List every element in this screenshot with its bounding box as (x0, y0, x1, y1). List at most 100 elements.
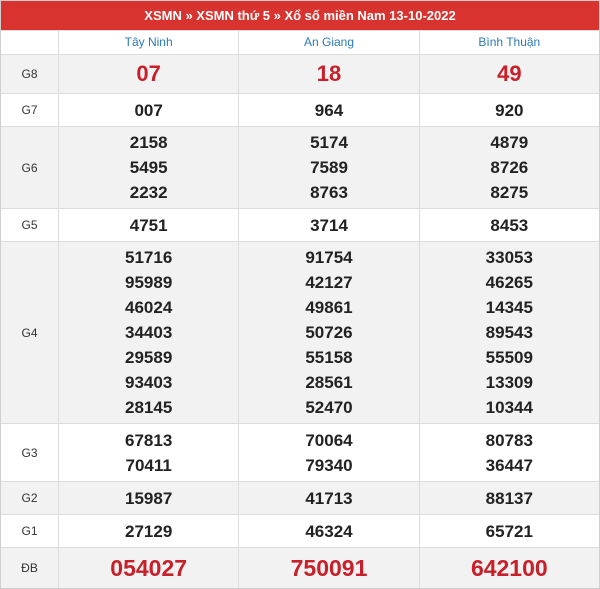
prize-label: G5 (1, 209, 59, 242)
prize-cell: 642100 (420, 548, 599, 588)
prize-number: 50726 (305, 323, 353, 343)
prize-number: 51716 (125, 248, 173, 268)
prize-cell: 46324 (239, 515, 420, 548)
prize-number: 89543 (485, 323, 533, 343)
prize-number: 46265 (485, 273, 533, 293)
prize-label: G2 (1, 482, 59, 515)
prize-cell: 49 (420, 55, 599, 94)
prize-number: 79340 (305, 455, 353, 475)
prize-cell: 8453 (420, 209, 599, 241)
prize-number: 41713 (305, 488, 353, 508)
prize-number: 4879 (490, 133, 529, 153)
label-cell-empty (1, 30, 59, 54)
prize-cell: 4751 (59, 209, 240, 242)
prize-number: 95989 (125, 273, 173, 293)
prize-label: G3 (1, 423, 59, 482)
prize-cell: 054027 (59, 548, 240, 589)
results-table: XSMN » XSMN thứ 5 » Xổ số miền Nam 13-10… (0, 0, 600, 589)
prize-number: 70064 (305, 430, 353, 450)
prize-number: 27129 (125, 521, 173, 541)
prize-number: 28145 (125, 398, 173, 418)
prize-number: 3714 (310, 215, 348, 235)
prize-number: 52470 (305, 398, 353, 418)
prize-number: 13309 (485, 373, 533, 393)
prize-cell: 27129 (59, 515, 240, 548)
prize-number: 65721 (485, 521, 533, 541)
prize-cell: 65721 (420, 515, 599, 547)
prize-number: 55509 (485, 348, 533, 368)
prize-cell: 964 (239, 94, 420, 127)
province-binh-thuan[interactable]: Bình Thuận (420, 31, 599, 54)
prize-number: 5495 (129, 158, 168, 178)
prize-number: 46024 (125, 298, 173, 318)
prize-cell: 33053 46265 14345 89543 55509 13309 1034… (420, 242, 599, 423)
prize-row-g5: G5 4751 3714 8453 (1, 208, 599, 242)
prize-number: 10344 (485, 398, 533, 418)
prize-number: 8453 (490, 215, 529, 235)
prize-label: ĐB (1, 548, 59, 589)
prize-number: 4751 (129, 215, 168, 235)
prize-cell: 41713 (239, 482, 420, 515)
prize-number: 15987 (125, 488, 173, 508)
prize-cell: 07 (59, 54, 240, 94)
prize-cell: 3714 (239, 209, 420, 242)
prize-number: 18 (316, 61, 342, 87)
prize-label: G1 (1, 515, 59, 548)
prize-number: 34403 (125, 323, 173, 343)
prize-number: 46324 (305, 521, 353, 541)
prize-number: 2158 (129, 133, 168, 153)
prize-label: G7 (1, 94, 59, 127)
prize-number: 33053 (485, 248, 533, 268)
prize-number: 2232 (129, 183, 168, 203)
prize-number: 36447 (485, 455, 533, 475)
prize-number: 920 (495, 100, 524, 120)
prize-cell: 18 (239, 54, 420, 94)
prize-number: 80783 (485, 430, 533, 450)
prize-cell: 67813 70411 (59, 423, 240, 482)
prize-number: 49861 (305, 298, 353, 318)
prize-cell: 4879 8726 8275 (420, 127, 599, 208)
prize-row-g2: G2 15987 41713 88137 (1, 481, 599, 515)
prize-number: 642100 (470, 555, 548, 582)
province-an-giang[interactable]: An Giang (239, 30, 420, 54)
prize-number: 07 (136, 61, 161, 87)
prize-number: 42127 (305, 273, 353, 293)
prize-cell: 91754 42127 49861 50726 55158 28561 5247… (239, 242, 420, 423)
prize-row-special: ĐB 054027 750091 642100 (1, 547, 599, 589)
province-header-row: Tây Ninh An Giang Bình Thuận (1, 29, 599, 54)
prize-number: 14345 (485, 298, 533, 318)
prize-number: 8275 (490, 183, 529, 203)
prize-cell: 750091 (239, 548, 420, 589)
prize-label: G8 (1, 54, 59, 94)
prize-cell: 920 (420, 94, 599, 126)
prize-cell: 51716 95989 46024 34403 29589 93403 2814… (59, 242, 240, 423)
prize-row-g4: G4 51716 95989 46024 34403 29589 93403 2… (1, 241, 599, 423)
prize-row-g1: G1 27129 46324 65721 (1, 514, 599, 548)
prize-row-g7: G7 007 964 920 (1, 93, 599, 127)
prize-number: 8763 (310, 183, 348, 203)
prize-number: 054027 (110, 555, 188, 582)
prize-number: 67813 (125, 430, 173, 450)
prize-cell: 2158 5495 2232 (59, 127, 240, 209)
prize-cell: 15987 (59, 482, 240, 515)
prize-number: 93403 (125, 373, 173, 393)
prize-label: G4 (1, 242, 59, 423)
prize-number: 55158 (305, 348, 353, 368)
prize-row-g3: G3 67813 70411 70064 79340 80783 36447 (1, 422, 599, 482)
prize-number: 29589 (125, 348, 173, 368)
prize-number: 91754 (305, 248, 353, 268)
page-title: XSMN » XSMN thứ 5 » Xổ số miền Nam 13-10… (1, 1, 599, 30)
province-tay-ninh[interactable]: Tây Ninh (59, 30, 240, 54)
prize-number: 88137 (485, 488, 533, 508)
prize-number: 28561 (305, 373, 353, 393)
prize-cell: 007 (59, 94, 240, 127)
prize-label: G6 (1, 127, 59, 209)
prize-row-g8: G8 07 18 49 (1, 53, 599, 94)
prize-number: 750091 (290, 555, 368, 582)
prize-cell: 88137 (420, 482, 599, 514)
prize-row-g6: G6 2158 5495 2232 5174 7589 8763 4879 87… (1, 126, 599, 209)
prize-number: 70411 (125, 455, 172, 475)
prize-number: 007 (134, 100, 163, 120)
prize-number: 5174 (310, 133, 348, 153)
prize-cell: 5174 7589 8763 (239, 127, 420, 209)
